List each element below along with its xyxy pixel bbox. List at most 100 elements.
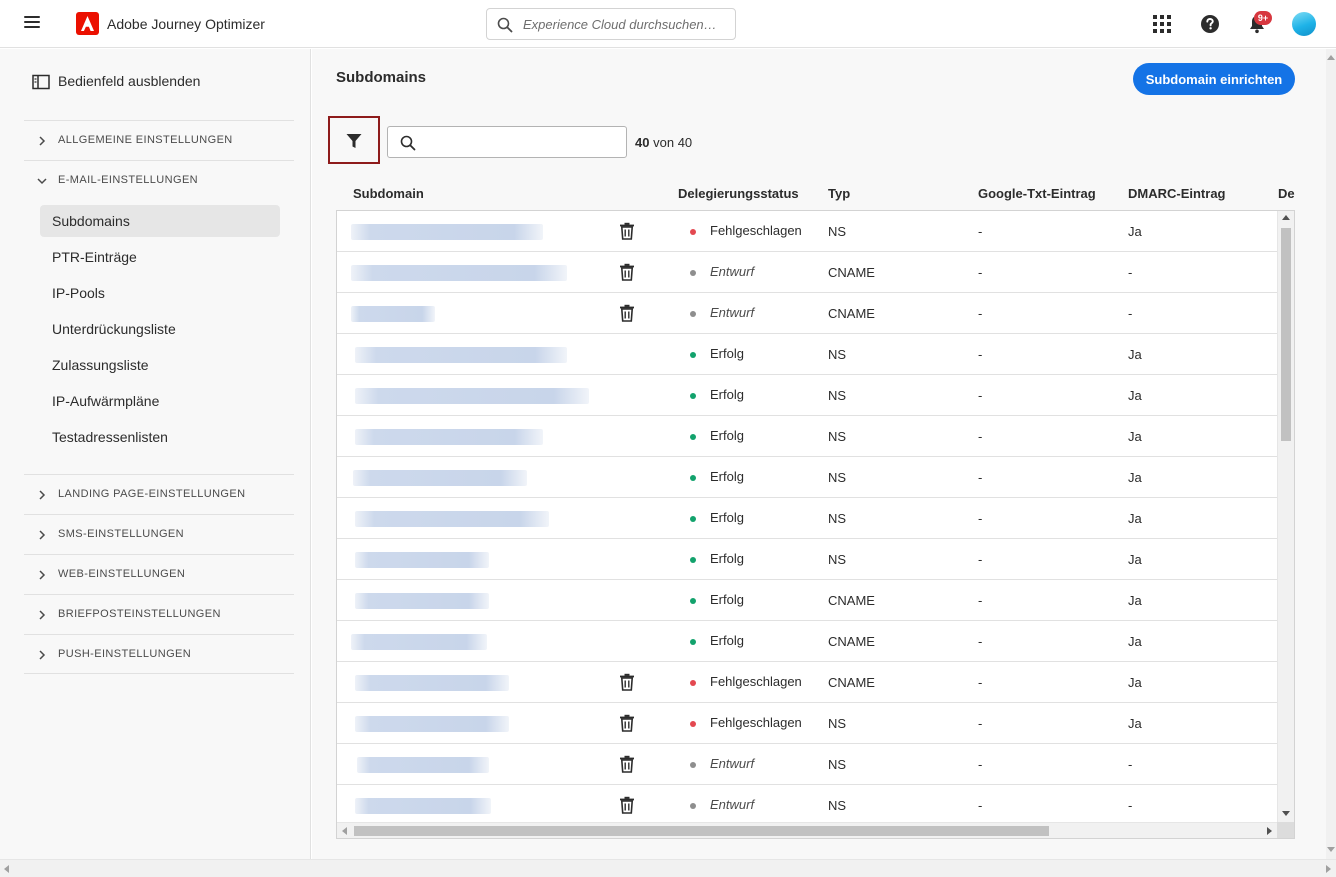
subdomain-name-redacted[interactable] [357,757,489,773]
column-header-type[interactable]: Typ [828,186,850,201]
experience-cloud-search[interactable] [486,8,736,40]
table-row[interactable]: Entwurf NS - - [337,744,1277,785]
table-row[interactable]: Entwurf NS - - [337,785,1277,822]
app-title: Adobe Journey Optimizer [107,16,265,32]
table-row[interactable]: Erfolg NS - Ja [337,375,1277,416]
subdomain-name-redacted[interactable] [351,306,435,322]
table-search-input[interactable] [424,127,619,157]
delete-icon[interactable] [619,304,635,322]
table-row[interactable]: Erfolg CNAME - Ja [337,580,1277,621]
subdomain-name-redacted[interactable] [355,675,509,691]
subdomain-name-redacted[interactable] [351,224,543,240]
dmarc-cell: Ja [1128,429,1142,444]
chevron-right-icon [39,136,46,146]
google-txt-cell: - [978,716,983,731]
type-cell: CNAME [828,593,875,608]
subdomain-name-redacted[interactable] [355,593,489,609]
table-horizontal-scrollbar[interactable] [337,822,1277,838]
subdomain-name-redacted[interactable] [351,634,487,650]
column-header-google-txt[interactable]: Google-Txt-Eintrag [978,186,1096,201]
status-dot [690,434,696,440]
subdomain-name-redacted[interactable] [355,552,489,568]
filter-button[interactable] [328,116,380,164]
section-label: LANDING PAGE-EINSTELLUNGEN [58,488,246,500]
subdomain-name-redacted[interactable] [351,265,567,281]
delete-icon[interactable] [619,222,635,240]
delegation-status: Entwurf [710,264,755,279]
section-push-settings[interactable]: PUSH-EINSTELLUNGEN [24,634,294,674]
table-row[interactable]: Entwurf CNAME - - [337,252,1277,293]
table-vertical-scrollbar[interactable] [1277,211,1294,822]
sidebar-item-label: IP-Aufwärmpläne [52,393,160,409]
avatar[interactable] [1292,12,1316,36]
column-header-delegation-status[interactable]: Delegierungsstatus [678,186,799,201]
section-direct-mail-settings[interactable]: BRIEFPOSTEINSTELLUNGEN [24,594,294,634]
dmarc-cell: - [1128,265,1133,280]
table-row[interactable]: Erfolg NS - Ja [337,416,1277,457]
section-email-settings[interactable]: E-MAIL-EINSTELLUNGEN [24,160,294,200]
subdomain-name-redacted[interactable] [353,470,527,486]
delete-icon[interactable] [619,673,635,691]
table-row[interactable]: Erfolg NS - Ja [337,539,1277,580]
sidebar-item-suppression-list[interactable]: Unterdrückungsliste [40,313,280,345]
delegation-status: Fehlgeschlagen [710,674,802,689]
chevron-right-icon [39,570,46,580]
delete-icon[interactable] [619,714,635,732]
table-row[interactable]: Fehlgeschlagen NS - Ja [337,211,1277,252]
section-web-settings[interactable]: WEB-EINSTELLUNGEN [24,554,294,594]
sidebar-item-ip-warmup-plans[interactable]: IP-Aufwärmpläne [40,385,280,417]
delegation-status: Fehlgeschlagen [710,715,802,730]
table-row[interactable]: Erfolg NS - Ja [337,498,1277,539]
sidebar-item-label: Subdomains [52,213,130,229]
sidebar-item-allowlist[interactable]: Zulassungsliste [40,349,280,381]
delegation-status: Erfolg [710,346,744,361]
filter-icon [346,134,362,148]
table-row[interactable]: Erfolg NS - Ja [337,457,1277,498]
type-cell: NS [828,552,847,567]
sidebar-item-seed-lists[interactable]: Testadressenlisten [40,421,280,453]
section-sms-settings[interactable]: SMS-EINSTELLUNGEN [24,514,294,554]
sidebar-item-subdomains[interactable]: Subdomains [40,205,280,237]
google-txt-cell: - [978,429,983,444]
dmarc-cell: Ja [1128,593,1142,608]
table-row[interactable]: Fehlgeschlagen CNAME - Ja [337,662,1277,703]
subdomain-name-redacted[interactable] [355,511,549,527]
column-header-subdomain[interactable]: Subdomain [353,186,424,201]
subdomain-name-redacted[interactable] [355,716,509,732]
table-row[interactable]: Fehlgeschlagen NS - Ja [337,703,1277,744]
apps-grid-icon[interactable] [1150,12,1174,36]
column-header-dmarc[interactable]: DMARC-Eintrag [1128,186,1226,201]
status-dot [690,516,696,522]
sidebar-item-ptr-records[interactable]: PTR-Einträge [40,241,280,273]
table-search[interactable] [387,126,627,158]
subdomain-name-redacted[interactable] [355,429,543,445]
google-txt-cell: - [978,675,983,690]
section-general-settings[interactable]: ALLGEMEINE EINSTELLUNGEN [24,120,294,160]
google-txt-cell: - [978,224,983,239]
sidebar-item-label: Testadressenlisten [52,429,168,445]
dmarc-cell: Ja [1128,716,1142,731]
subdomain-name-redacted[interactable] [355,798,491,814]
status-dot [690,311,696,317]
table-row[interactable]: Erfolg CNAME - Ja [337,621,1277,662]
table-row[interactable]: Erfolg NS - Ja [337,334,1277,375]
delegation-status: Erfolg [710,551,744,566]
delete-icon[interactable] [619,755,635,773]
table-row[interactable]: Entwurf CNAME - - [337,293,1277,334]
help-icon[interactable] [1198,12,1222,36]
section-landing-page-settings[interactable]: LANDING PAGE-EINSTELLUNGEN [24,474,294,514]
search-input[interactable] [523,9,728,39]
type-cell: CNAME [828,265,875,280]
dmarc-cell: Ja [1128,224,1142,239]
menu-icon[interactable] [24,16,40,30]
delete-icon[interactable] [619,796,635,814]
page-vertical-scrollbar[interactable] [1326,49,1336,859]
setup-subdomain-button[interactable]: Subdomain einrichten [1133,63,1295,95]
subdomain-name-redacted[interactable] [355,347,567,363]
delete-icon[interactable] [619,263,635,281]
status-dot [690,229,696,235]
sidebar-item-ip-pools[interactable]: IP-Pools [40,277,280,309]
column-header-truncated[interactable]: De [1278,186,1326,201]
subdomain-name-redacted[interactable] [355,388,589,404]
page-horizontal-scrollbar[interactable] [0,859,1336,877]
